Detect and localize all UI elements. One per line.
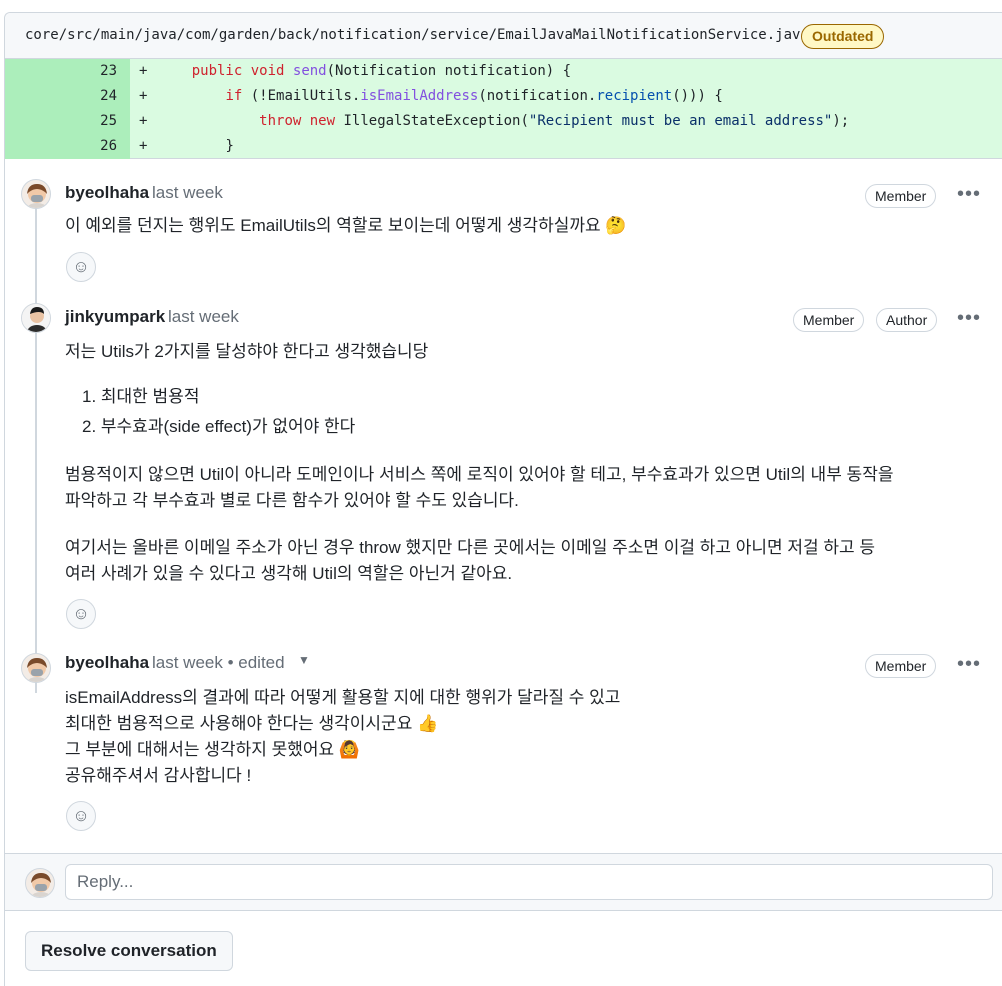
comment-body: 이 예외를 던지는 행위도 EmailUtils의 역할로 보이는데 어떻게 생… (65, 216, 627, 235)
file-path[interactable]: core/src/main/java/com/garden/back/notif… (25, 27, 809, 43)
kebab-horizontal-icon[interactable]: ••• (957, 308, 981, 328)
avatar[interactable] (21, 179, 51, 209)
resolve-conversation-button[interactable]: Resolve conversation (25, 931, 233, 971)
diff-line: 24 + if (!EmailUtils.isEmailAddress(noti… (5, 84, 1002, 109)
outdated-badge: Outdated (801, 24, 885, 49)
triangle-down-icon[interactable]: ▼ (298, 653, 310, 667)
comment-timestamp[interactable]: last week (152, 183, 223, 203)
comment-paragraph: 범용적이지 않으면 Util이 아니라 도메인이나 서비스 쪽에 로직이 있어야… (65, 465, 894, 510)
list-item: 2. 부수효과(side effect)가 없어야 한다 (82, 417, 356, 436)
avatar[interactable] (21, 653, 51, 683)
member-badge: Member (865, 184, 937, 208)
smiley-icon[interactable]: ☺ (66, 599, 96, 629)
diff-hunk: 23 + public void send(Notification notif… (5, 59, 1002, 159)
code-line: throw new IllegalStateException("Recipie… (259, 113, 850, 129)
comment-author[interactable]: jinkyumpark (65, 307, 165, 327)
diff-marker: + (139, 88, 148, 104)
author-badge: Author (876, 308, 938, 332)
code-line: public void send(Notification notificati… (191, 63, 572, 79)
reply-input[interactable]: Reply... (65, 864, 993, 900)
code-line: } (225, 138, 234, 154)
smiley-icon[interactable]: ☺ (66, 801, 96, 831)
avatar-icon (22, 304, 50, 332)
diff-marker: + (139, 138, 148, 154)
diff-line: 26 + } (5, 134, 1002, 159)
avatar-icon (26, 658, 48, 682)
comment-author[interactable]: byeolhaha (65, 183, 149, 203)
review-thread: core/src/main/java/com/garden/back/notif… (4, 12, 1002, 986)
reply-bar: Reply... (5, 853, 1002, 911)
list-item: 1. 최대한 범용적 (82, 387, 200, 406)
code-line: if (!EmailUtils.isEmailAddress(notificat… (225, 88, 723, 104)
ordered-list: 1. 최대한 범용적 2. 부수효과(side effect)가 없어야 한다 (82, 382, 355, 442)
line-number: 25 (5, 109, 130, 134)
comment-paragraph: 여기서는 올바른 이메일 주소가 아닌 경우 throw 했지만 다른 곳에서는… (65, 538, 876, 583)
diff-marker: + (139, 63, 148, 79)
avatar (25, 868, 55, 898)
line-number: 26 (5, 134, 130, 159)
kebab-horizontal-icon[interactable]: ••• (957, 184, 981, 204)
thread-connector (35, 203, 37, 693)
comment-body-intro: 저는 Utils가 2가지를 달성햐야 한다고 생각했습니당 (65, 342, 429, 361)
line-number: 24 (5, 84, 130, 109)
comment-body: isEmailAddress의 결과에 따라 어떻게 활용할 지에 대한 행위가… (65, 688, 621, 785)
smiley-icon[interactable]: ☺ (66, 252, 96, 282)
avatar-icon (26, 184, 48, 208)
comment-timestamp[interactable]: last week • edited (152, 653, 285, 673)
comment-author[interactable]: byeolhaha (65, 653, 149, 673)
kebab-horizontal-icon[interactable]: ••• (957, 654, 981, 674)
diff-marker: + (139, 113, 148, 129)
diff-line: 23 + public void send(Notification notif… (5, 59, 1002, 84)
diff-line: 25 + throw new IllegalStateException("Re… (5, 109, 1002, 134)
file-header: core/src/main/java/com/garden/back/notif… (5, 13, 1002, 59)
member-badge: Member (793, 308, 865, 332)
line-number: 23 (5, 59, 130, 84)
avatar[interactable] (21, 303, 51, 333)
avatar-icon (30, 873, 52, 897)
comment-timestamp[interactable]: last week (168, 307, 239, 327)
member-badge: Member (865, 654, 937, 678)
